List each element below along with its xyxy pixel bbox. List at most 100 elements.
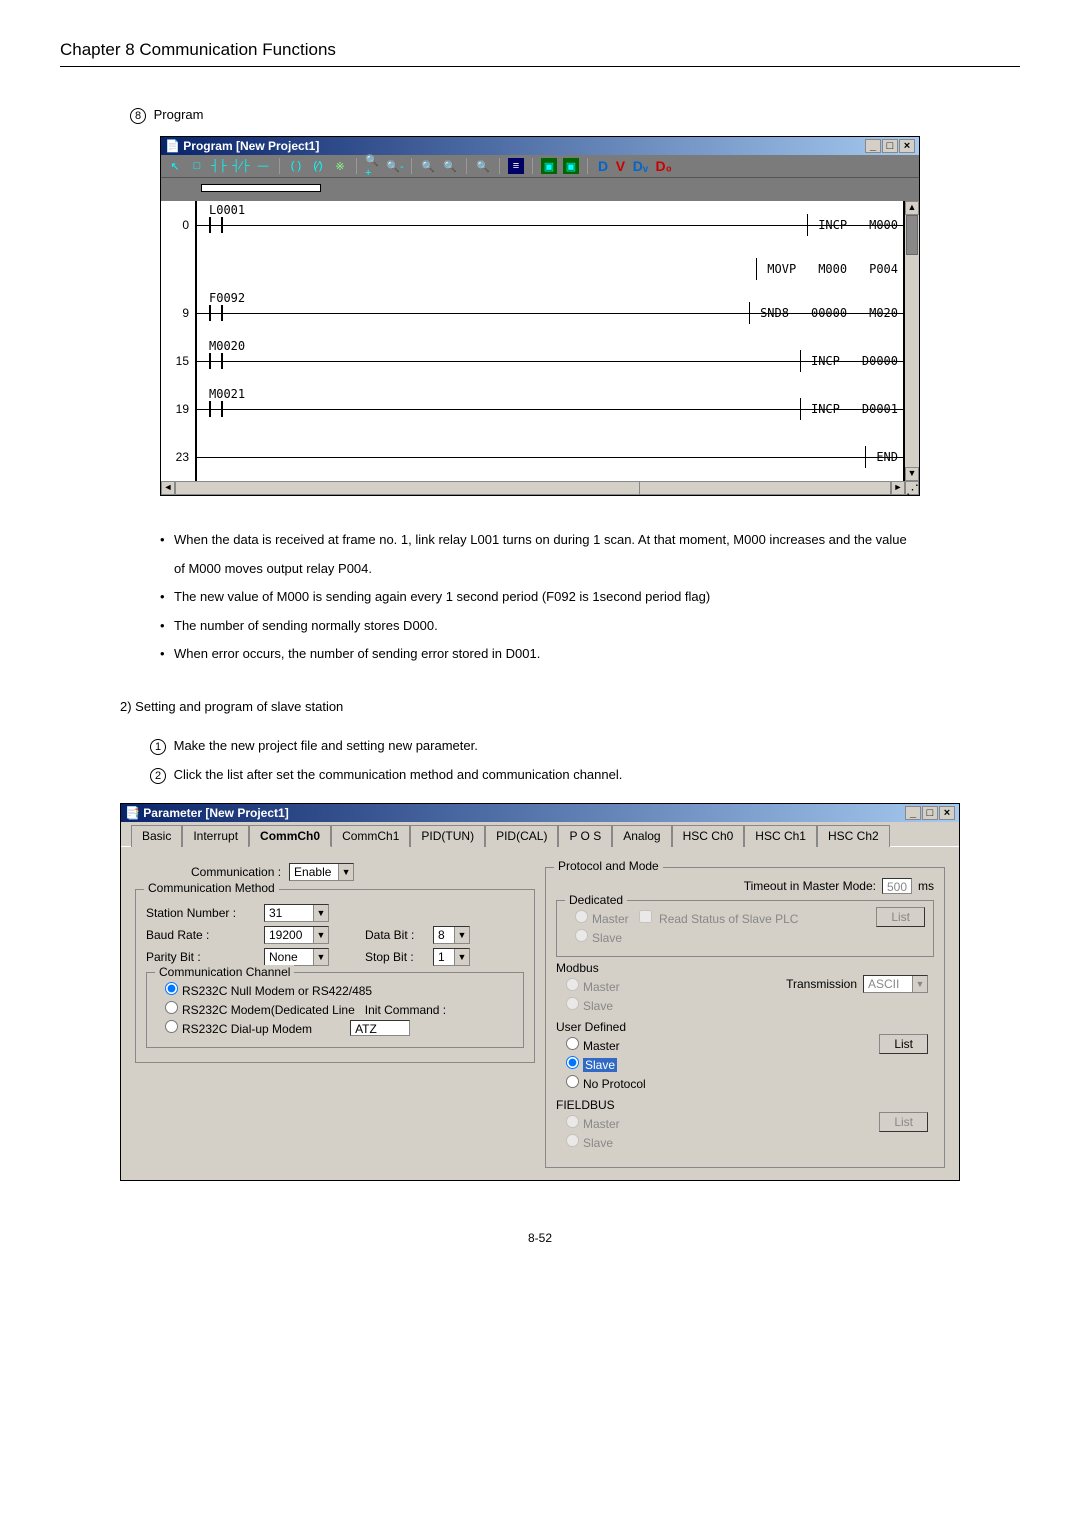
step-num: 23 bbox=[161, 450, 195, 464]
tab-basic[interactable]: Basic bbox=[131, 825, 182, 847]
radio-dialup[interactable]: RS232C Dial-up Modem ATZ bbox=[165, 1020, 515, 1036]
comm-method-legend: Communication Method bbox=[144, 881, 279, 895]
scroll-up-icon[interactable]: ▲ bbox=[905, 201, 919, 215]
stop-bit-select[interactable]: 1▼ bbox=[433, 948, 470, 966]
resize-grip-icon[interactable]: ⋰ bbox=[905, 481, 919, 495]
protocol-legend: Protocol and Mode bbox=[554, 859, 663, 873]
communication-label: Communication : bbox=[191, 865, 281, 879]
radio-input bbox=[566, 997, 579, 1010]
func-icon[interactable]: ※ bbox=[332, 158, 348, 174]
ladder-row-0b: MOVP M000 P004 bbox=[161, 249, 919, 289]
tab-commch0[interactable]: CommCh0 bbox=[249, 825, 331, 847]
minimize-button[interactable]: _ bbox=[865, 139, 881, 153]
tab-pidcal[interactable]: PID(CAL) bbox=[485, 825, 558, 847]
step-num: 19 bbox=[161, 402, 195, 416]
step-1-text: Make the new project file and setting ne… bbox=[174, 738, 478, 753]
radio-dedicated[interactable]: RS232C Modem(Dedicated Line Init Command… bbox=[165, 1001, 515, 1017]
box-icon[interactable]: □ bbox=[189, 158, 205, 174]
init-cmd-input[interactable]: ATZ bbox=[350, 1020, 410, 1036]
zoom-out-icon[interactable]: 🔍- bbox=[387, 158, 403, 174]
radio-userdef-none[interactable]: No Protocol bbox=[566, 1075, 646, 1091]
station-select[interactable]: 31▼ bbox=[264, 904, 329, 922]
graph2-icon[interactable]: ▣ bbox=[563, 158, 579, 174]
zoom-in-2-icon[interactable]: 🔍 bbox=[420, 158, 436, 174]
scroll-left-icon[interactable]: ◄ bbox=[161, 481, 175, 495]
scroll-down-icon[interactable]: ▼ bbox=[905, 467, 919, 481]
radio-input[interactable] bbox=[566, 1037, 579, 1050]
data-bit-select[interactable]: 8▼ bbox=[433, 926, 470, 944]
vertical-scrollbar[interactable]: ▲ ▼ bbox=[905, 201, 919, 481]
v-button[interactable]: V bbox=[616, 158, 625, 174]
ladder-row-15: 15 M0020 INCP D0000 bbox=[161, 337, 919, 385]
horizontal-scrollbar[interactable]: ◄ ► ⋰ bbox=[161, 481, 919, 495]
contact-nc-icon[interactable]: ┤∕├ bbox=[233, 158, 249, 174]
output-box: SND8 00000 M020 bbox=[749, 302, 909, 324]
dropdown-icon[interactable]: ▼ bbox=[338, 864, 353, 880]
contact-symbol bbox=[209, 353, 223, 369]
radio-input[interactable] bbox=[566, 1056, 579, 1069]
list-button-userdef[interactable]: List bbox=[879, 1034, 928, 1054]
close-button[interactable]: × bbox=[939, 806, 955, 820]
program-selector-field[interactable] bbox=[201, 184, 321, 192]
contact-no-icon[interactable]: ┤├ bbox=[211, 158, 227, 174]
graph1-icon[interactable]: ▣ bbox=[541, 158, 557, 174]
toolbar-sep bbox=[279, 158, 280, 174]
maximize-button[interactable]: □ bbox=[882, 139, 898, 153]
bullet-item: When error occurs, the number of sending… bbox=[160, 640, 920, 669]
zoom-in-icon[interactable]: 🔍+ bbox=[365, 158, 381, 174]
baud-select[interactable]: 19200▼ bbox=[264, 926, 329, 944]
zoom-out-2-icon[interactable]: 🔍 bbox=[442, 158, 458, 174]
tab-pos[interactable]: P O S bbox=[558, 825, 612, 847]
data-bit-label: Data Bit : bbox=[365, 928, 425, 942]
radio-fieldbus-slave: Slave bbox=[566, 1134, 620, 1150]
parity-select[interactable]: None▼ bbox=[264, 948, 329, 966]
minimize-button[interactable]: _ bbox=[905, 806, 921, 820]
tab-pidtun[interactable]: PID(TUN) bbox=[410, 825, 485, 847]
dropdown-icon[interactable]: ▼ bbox=[313, 905, 328, 921]
tab-hscch1[interactable]: HSC Ch1 bbox=[744, 825, 817, 847]
program-selector bbox=[161, 178, 919, 201]
radio-userdef-master[interactable]: Master bbox=[566, 1037, 646, 1053]
tab-hscch0[interactable]: HSC Ch0 bbox=[672, 825, 745, 847]
dropdown-icon[interactable]: ▼ bbox=[313, 949, 328, 965]
contact-label: L0001 bbox=[209, 203, 245, 217]
toolbar-sep-3 bbox=[411, 158, 412, 174]
radio-input bbox=[575, 910, 588, 923]
scroll-thumb[interactable] bbox=[906, 215, 918, 255]
radio-input[interactable] bbox=[165, 1020, 178, 1033]
scroll-right-icon[interactable]: ► bbox=[891, 481, 905, 495]
radio-null-modem[interactable]: RS232C Null Modem or RS422/485 bbox=[165, 982, 515, 998]
radio-input[interactable] bbox=[165, 982, 178, 995]
tab-analog[interactable]: Analog bbox=[612, 825, 671, 847]
dv-button[interactable]: Dᵥ bbox=[633, 158, 648, 174]
tab-interrupt[interactable]: Interrupt bbox=[182, 825, 249, 847]
maximize-button[interactable]: □ bbox=[922, 806, 938, 820]
coil-icon[interactable]: ( ) bbox=[288, 158, 304, 174]
radio-input bbox=[575, 929, 588, 942]
protocol-mode-fieldset: Protocol and Mode Timeout in Master Mode… bbox=[545, 867, 945, 1168]
d0-button[interactable]: D₀ bbox=[656, 158, 672, 174]
communication-select[interactable]: Enable ▼ bbox=[289, 863, 354, 881]
modbus-label: Modbus bbox=[556, 961, 934, 975]
dropdown-icon[interactable]: ▼ bbox=[454, 927, 469, 943]
radio-input[interactable] bbox=[566, 1075, 579, 1088]
hscroll-thumb[interactable] bbox=[176, 482, 640, 494]
find-icon[interactable]: 🔍 bbox=[475, 158, 491, 174]
dropdown-icon[interactable]: ▼ bbox=[313, 927, 328, 943]
line-icon[interactable]: — bbox=[255, 158, 271, 174]
tab-commch1[interactable]: CommCh1 bbox=[331, 825, 410, 847]
not-coil-icon[interactable]: (∕) bbox=[310, 158, 326, 174]
parameter-titlebar: 📑 Parameter [New Project1] _ □ × bbox=[121, 804, 959, 822]
radio-userdef-slave[interactable]: Slave bbox=[566, 1056, 646, 1072]
radio-input[interactable] bbox=[165, 1001, 178, 1014]
dropdown-icon[interactable]: ▼ bbox=[454, 949, 469, 965]
contact-label: M0020 bbox=[209, 339, 245, 353]
ladder-row-9: 9 F0092 SND8 00000 M020 bbox=[161, 289, 919, 337]
list-icon[interactable]: ≡ bbox=[508, 158, 524, 174]
userdef-label: User Defined bbox=[556, 1020, 934, 1034]
d-button[interactable]: D bbox=[598, 158, 608, 174]
cursor-icon[interactable]: ↖ bbox=[167, 158, 183, 174]
output-box: MOVP M000 P004 bbox=[756, 258, 909, 280]
tab-hscch2[interactable]: HSC Ch2 bbox=[817, 825, 890, 847]
close-button[interactable]: × bbox=[899, 139, 915, 153]
